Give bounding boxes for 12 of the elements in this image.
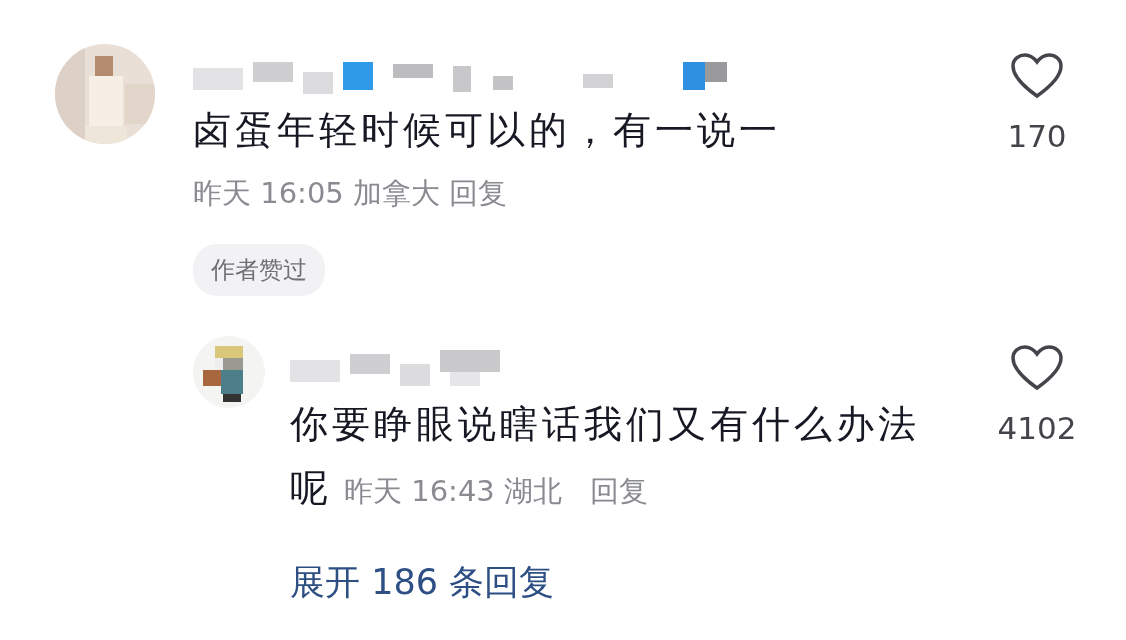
comment-meta: 昨天 16:43 湖北 — [344, 474, 562, 508]
expand-replies-link[interactable]: 展开 186 条回复 — [290, 559, 555, 606]
comment-meta: 昨天 16:05 加拿大 — [193, 176, 440, 210]
comment-text: 卤蛋年轻时候可以的，有一说一 — [193, 107, 781, 154]
heart-icon[interactable] — [1010, 344, 1064, 392]
author-liked-tag: 作者赞过 — [193, 244, 325, 296]
heart-icon[interactable] — [1010, 52, 1064, 100]
like-count: 4102 — [997, 410, 1077, 446]
reply-link[interactable]: 回复 — [590, 474, 649, 508]
comment-text: 你要睁眼说瞎话我们又有什么办法呢 昨天 16:43 湖北 回复 — [290, 401, 921, 512]
reply-link[interactable]: 回复 — [449, 176, 508, 210]
like-count: 170 — [1007, 118, 1067, 154]
